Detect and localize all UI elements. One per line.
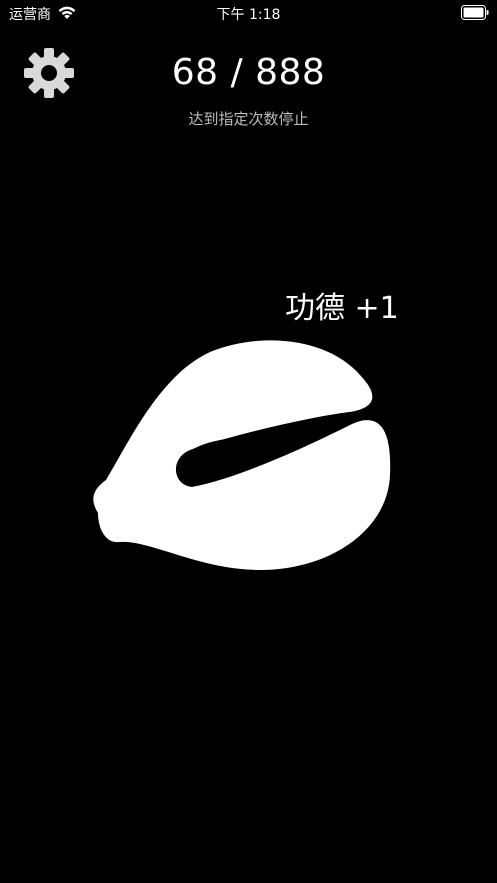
count-separator: / — [230, 52, 244, 93]
wooden-fish-icon — [93, 340, 391, 570]
status-time: 下午 1:18 — [216, 7, 281, 23]
battery-full-icon — [461, 5, 489, 20]
status-bar: 运营商 下午 1:18 — [0, 0, 497, 26]
tap-counter: 68 / 888 — [0, 52, 497, 93]
current-count: 68 — [171, 52, 219, 93]
wooden-fish-button[interactable] — [80, 330, 400, 580]
merit-popup: 功德 +1 — [285, 291, 399, 326]
target-count: 888 — [255, 52, 326, 93]
stop-hint: 达到指定次数停止 — [188, 110, 309, 128]
